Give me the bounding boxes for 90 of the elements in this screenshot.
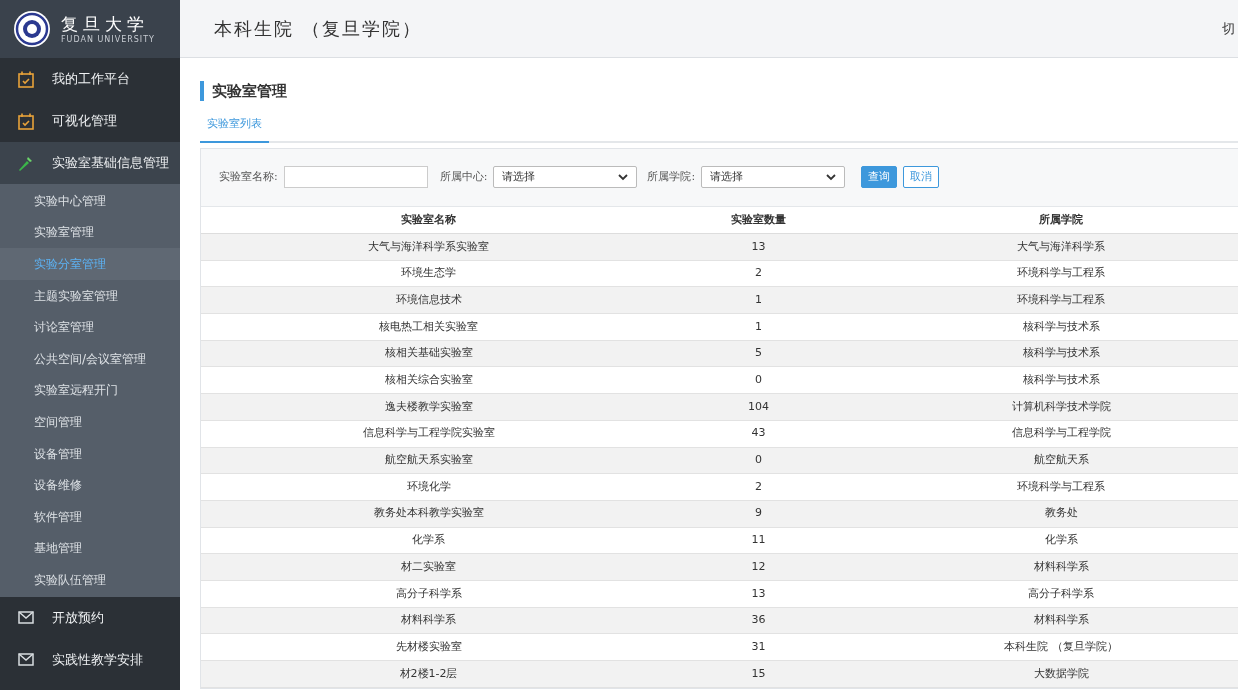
sidebar-submenu-item[interactable]: 讨论室管理 [0, 311, 180, 343]
table-cell: 材2楼1-2层 [201, 660, 656, 688]
table-cell: 高分子科学系 [201, 580, 656, 608]
column-header: 实验室名称 [201, 206, 656, 234]
sidebar-submenu-item[interactable]: 软件管理 [0, 500, 180, 533]
table-cell: 36 [656, 607, 861, 634]
table-cell: 环境生态学 [201, 260, 656, 287]
table-cell: 5 [656, 340, 861, 367]
table-cell: 13 [656, 233, 861, 261]
brand-name: 复旦大学 [61, 13, 150, 34]
table-cell: 环境化学 [201, 473, 656, 501]
table-cell: 材二实验室 [201, 553, 656, 581]
table-cell: 材料科学系 [861, 607, 1238, 634]
table-cell: 高分子科学系 [861, 580, 1238, 608]
table-cell: 信息科学与工程学院 [861, 420, 1238, 447]
sidebar-submenu-item[interactable]: 实验中心管理 [0, 185, 180, 217]
table-cell: 环境科学与工程系 [861, 286, 1238, 314]
table-cell: 核电热工相关实验室 [201, 313, 656, 341]
header-title: 本科生院 （复旦学院） [214, 17, 422, 41]
mail-icon [18, 611, 34, 625]
table-cell: 2 [656, 260, 861, 287]
table-cell: 12 [656, 553, 861, 581]
filter-button[interactable]: 查询 [861, 166, 898, 188]
sidebar-submenu-item[interactable]: 实验室远程开门 [0, 374, 180, 407]
table-cell: 大气与海洋科学系实验室 [201, 233, 656, 261]
table-cell: 逸夫楼教学实验室 [201, 393, 656, 421]
table-cell: 核科学与技术系 [861, 340, 1238, 367]
header-link[interactable]: 切 [1222, 18, 1235, 39]
column-header: 所属学院 [861, 206, 1238, 234]
calendar-icon [18, 112, 34, 130]
mail-icon [18, 653, 34, 667]
sidebar-submenu-item[interactable]: 公共空间/会议室管理 [0, 342, 180, 375]
table-cell: 化学系 [201, 527, 656, 554]
calendar-icon [18, 70, 34, 88]
table-cell: 计算机科学技术学院 [861, 393, 1238, 421]
table-cell: 信息科学与工程学院实验室 [201, 420, 656, 447]
table-cell: 0 [656, 447, 861, 474]
dropdown[interactable]: 请选择 [701, 166, 846, 188]
table-cell: 1 [656, 313, 861, 341]
table-cell: 教务处 [861, 500, 1238, 528]
filter-button[interactable]: 取消 [903, 166, 940, 188]
tab[interactable]: 实验室列表 [200, 116, 269, 143]
chevron-down-icon [826, 173, 837, 181]
table-cell: 0 [656, 366, 861, 394]
chevron-down-icon [618, 173, 629, 181]
table-cell: 环境信息技术 [201, 286, 656, 314]
sidebar-menu-item[interactable]: 实验室基础信息管理 [0, 142, 180, 184]
table-cell: 11 [656, 527, 861, 554]
table-cell: 先材楼实验室 [201, 633, 656, 661]
sidebar-submenu-item[interactable]: 设备维修 [0, 469, 180, 501]
table-cell: 教务处本科教学实验室 [201, 500, 656, 528]
table-cell: 43 [656, 420, 861, 447]
table-cell: 9 [656, 500, 861, 528]
filter-label: 所属中心: [439, 168, 488, 185]
sidebar-submenu-item[interactable]: 设备管理 [0, 437, 180, 470]
sidebar-submenu-item[interactable]: 主题实验室管理 [0, 279, 180, 312]
column-header: 实验室数量 [656, 206, 861, 234]
logo-icon [13, 10, 51, 48]
sidebar-submenu-item[interactable]: 实验室管理 [0, 216, 180, 249]
table-cell: 核相关综合实验室 [201, 366, 656, 394]
table-cell: 核科学与技术系 [861, 366, 1238, 394]
table-cell: 大数据学院 [861, 660, 1238, 688]
dropdown[interactable]: 请选择 [493, 166, 638, 188]
sidebar-submenu-item[interactable]: 空间管理 [0, 406, 180, 438]
table-cell: 环境科学与工程系 [861, 473, 1238, 501]
table-cell: 航空航天系 [861, 447, 1238, 474]
pipette-icon [17, 154, 35, 172]
page-title: 实验室管理 [212, 80, 287, 102]
sidebar-submenu-item[interactable]: 基地管理 [0, 532, 180, 565]
table-cell: 化学系 [861, 527, 1238, 554]
table-cell: 13 [656, 580, 861, 608]
table-cell: 大气与海洋科学系 [861, 233, 1238, 261]
filter-label: 所属学院: [647, 168, 696, 185]
table-cell: 本科生院 （复旦学院） [861, 633, 1238, 661]
table-cell: 104 [656, 393, 861, 421]
table-cell: 材料科学系 [861, 553, 1238, 581]
table-cell: 材料科学系 [201, 607, 656, 634]
table-cell: 核科学与技术系 [861, 313, 1238, 341]
table-cell: 31 [656, 633, 861, 661]
filter-label: 实验室名称: [219, 168, 278, 185]
sidebar-submenu-item[interactable]: 实验队伍管理 [0, 564, 180, 596]
table-cell: 2 [656, 473, 861, 501]
table-cell: 15 [656, 660, 861, 688]
table-cell: 核相关基础实验室 [201, 340, 656, 367]
table-cell: 环境科学与工程系 [861, 260, 1238, 287]
brand-subtitle: FUDAN UNIVERSITY [61, 33, 155, 45]
table-cell: 1 [656, 286, 861, 314]
table-cell: 航空航天系实验室 [201, 447, 656, 474]
title-accent-bar [200, 81, 204, 101]
input-field[interactable] [283, 166, 428, 188]
